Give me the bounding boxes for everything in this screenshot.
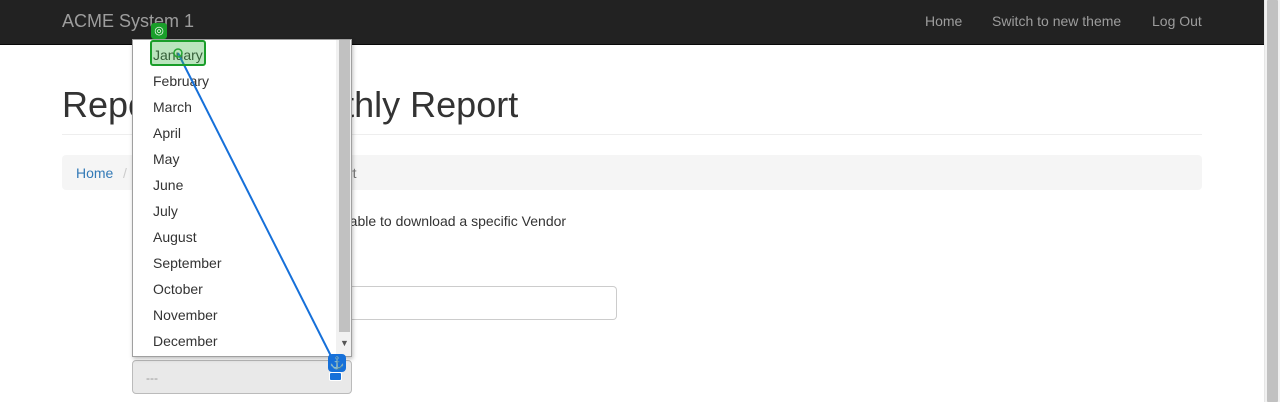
dropdown-scrollbar[interactable]: ▼: [336, 40, 351, 356]
anchor-badge-icon: [329, 372, 342, 381]
month-option-october[interactable]: October: [153, 281, 203, 297]
nav-logout-link[interactable]: Log Out: [1152, 13, 1202, 29]
month-option-september[interactable]: September: [153, 255, 221, 271]
nav-switch-theme-link[interactable]: Switch to new theme: [992, 13, 1121, 29]
target-icon: ◎: [151, 23, 167, 39]
month-option-april[interactable]: April: [153, 125, 181, 141]
month-option-august[interactable]: August: [153, 229, 197, 245]
month-option-february[interactable]: February: [153, 73, 209, 89]
brand-title[interactable]: ACME System 1: [62, 11, 194, 31]
month-select[interactable]: ---: [132, 360, 352, 394]
month-select-value: ---: [146, 371, 158, 385]
nav-home-link[interactable]: Home: [925, 13, 962, 29]
page-scrollbar-thumb[interactable]: [1267, 0, 1278, 402]
vendor-input[interactable]: [344, 286, 617, 320]
month-option-december[interactable]: December: [153, 333, 218, 349]
month-dropdown-list[interactable]: January February March April May June Ju…: [132, 39, 352, 357]
scroll-down-arrow-icon[interactable]: ▼: [340, 338, 349, 348]
highlight-box: [150, 40, 206, 66]
month-option-november[interactable]: November: [153, 307, 218, 323]
month-option-march[interactable]: March: [153, 99, 192, 115]
month-option-may[interactable]: May: [153, 151, 179, 167]
month-option-june[interactable]: June: [153, 177, 183, 193]
description-text: e able to download a specific Vendor: [338, 213, 567, 229]
page-scrollbar[interactable]: [1264, 0, 1280, 402]
breadcrumb-home-link[interactable]: Home: [76, 165, 113, 181]
month-option-july[interactable]: July: [153, 203, 178, 219]
dropdown-scrollbar-thumb[interactable]: [339, 40, 350, 332]
anchor-icon: ⚓: [328, 354, 346, 372]
breadcrumb-separator: /: [123, 165, 127, 181]
